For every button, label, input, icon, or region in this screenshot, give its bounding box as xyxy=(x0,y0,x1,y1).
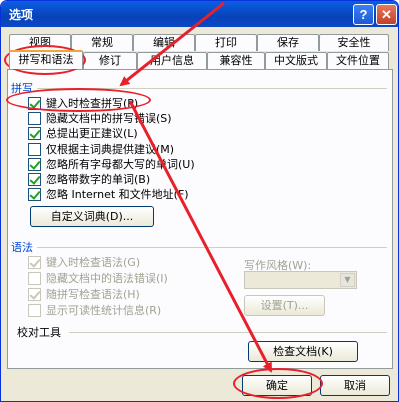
check-grammar-with-spelling[interactable]: 随拼写检查语法(H) xyxy=(28,287,140,301)
ok-button[interactable]: 确定 xyxy=(242,375,312,396)
checkbox[interactable] xyxy=(28,111,41,125)
check-document-button[interactable]: 检查文档(K) xyxy=(248,341,358,362)
tab-asian-typography[interactable]: 中文版式 xyxy=(265,52,327,69)
title-bar[interactable]: 选项 ? ✕ xyxy=(1,1,398,27)
suggest-from-main-dictionary[interactable]: 仅根据主词典提供建议(M) xyxy=(28,142,174,156)
options-dialog: 选项 ? ✕ 视图 常规 编辑 打印 保存 安全性 拼写和语法 修订 用户信息 … xyxy=(0,0,399,402)
close-button[interactable]: ✕ xyxy=(376,4,397,25)
writing-style-select[interactable]: ▼ xyxy=(244,271,357,289)
grammar-settings-button[interactable]: 设置(T)... xyxy=(244,295,325,316)
tab-save[interactable]: 保存 xyxy=(257,34,319,51)
checkbox[interactable] xyxy=(28,255,41,269)
check-spelling-as-you-type[interactable]: 键入时检查拼写(P) xyxy=(28,96,138,110)
spelling-divider xyxy=(37,88,387,89)
always-suggest-corrections[interactable]: 总提出更正建议(L) xyxy=(28,126,138,140)
ignore-uppercase-words[interactable]: 忽略所有字母都大写的单词(U) xyxy=(28,157,195,171)
hide-grammar-errors[interactable]: 隐藏文档中的语法错误(I) xyxy=(28,271,168,285)
proofing-tools-label: 校对工具 xyxy=(17,326,61,339)
checkbox-label: 键入时检查拼写(P) xyxy=(46,97,139,110)
checkbox-label: 随拼写检查语法(H) xyxy=(46,288,140,301)
proofing-divider xyxy=(69,332,387,333)
check-grammar-as-you-type[interactable]: 键入时检查语法(G) xyxy=(28,255,140,269)
checkbox-label: 隐藏文档中的语法错误(I) xyxy=(46,272,168,285)
tab-track-changes[interactable]: 修订 xyxy=(83,52,137,69)
tab-user-info[interactable]: 用户信息 xyxy=(137,52,207,69)
checkbox-label: 显示可读性统计信息(R) xyxy=(46,304,162,317)
checkbox-label: 忽略带数字的单词(B) xyxy=(46,173,151,186)
grammar-divider xyxy=(37,247,387,248)
checkbox[interactable] xyxy=(28,172,41,186)
checkbox-label: 总提出更正建议(L) xyxy=(46,127,138,140)
spelling-section-label: 拼写 xyxy=(11,82,33,95)
checkbox-label: 键入时检查语法(G) xyxy=(46,256,141,269)
ignore-words-with-numbers[interactable]: 忽略带数字的单词(B) xyxy=(28,172,150,186)
checkbox-label: 仅根据主词典提供建议(M) xyxy=(46,143,175,156)
tab-general[interactable]: 常规 xyxy=(71,34,133,51)
tab-spelling-grammar[interactable]: 拼写和语法 xyxy=(9,50,83,69)
checkbox[interactable] xyxy=(28,187,41,201)
checkbox-label: 忽略 Internet 和文件地址(F) xyxy=(46,188,189,201)
tab-compatibility[interactable]: 兼容性 xyxy=(207,52,265,69)
cancel-button[interactable]: 取消 xyxy=(320,375,390,396)
grammar-section-label: 语法 xyxy=(11,241,33,254)
checkbox[interactable] xyxy=(28,271,41,285)
ignore-internet-file-addresses[interactable]: 忽略 Internet 和文件地址(F) xyxy=(28,187,189,201)
checkbox[interactable] xyxy=(28,142,41,156)
tab-print[interactable]: 打印 xyxy=(195,34,257,51)
checkbox[interactable] xyxy=(28,303,41,317)
checkbox-label: 忽略所有字母都大写的单词(U) xyxy=(46,158,195,171)
help-button[interactable]: ? xyxy=(353,4,374,25)
tab-view[interactable]: 视图 xyxy=(9,34,71,51)
checkbox[interactable] xyxy=(28,126,41,140)
window-title: 选项 xyxy=(9,8,34,22)
checkbox[interactable] xyxy=(28,287,41,301)
hide-spelling-errors[interactable]: 隐藏文档中的拼写错误(S) xyxy=(28,111,172,125)
tab-edit[interactable]: 编辑 xyxy=(133,34,195,51)
tab-security[interactable]: 安全性 xyxy=(319,34,389,51)
checkbox[interactable] xyxy=(28,157,41,171)
show-readability-statistics[interactable]: 显示可读性统计信息(R) xyxy=(28,303,161,317)
checkbox[interactable] xyxy=(28,96,41,110)
tab-file-locations[interactable]: 文件位置 xyxy=(327,52,389,69)
custom-dictionaries-button[interactable]: 自定义词典(D)... xyxy=(30,206,154,227)
chevron-down-icon[interactable]: ▼ xyxy=(340,273,355,287)
checkbox-label: 隐藏文档中的拼写错误(S) xyxy=(46,112,172,125)
